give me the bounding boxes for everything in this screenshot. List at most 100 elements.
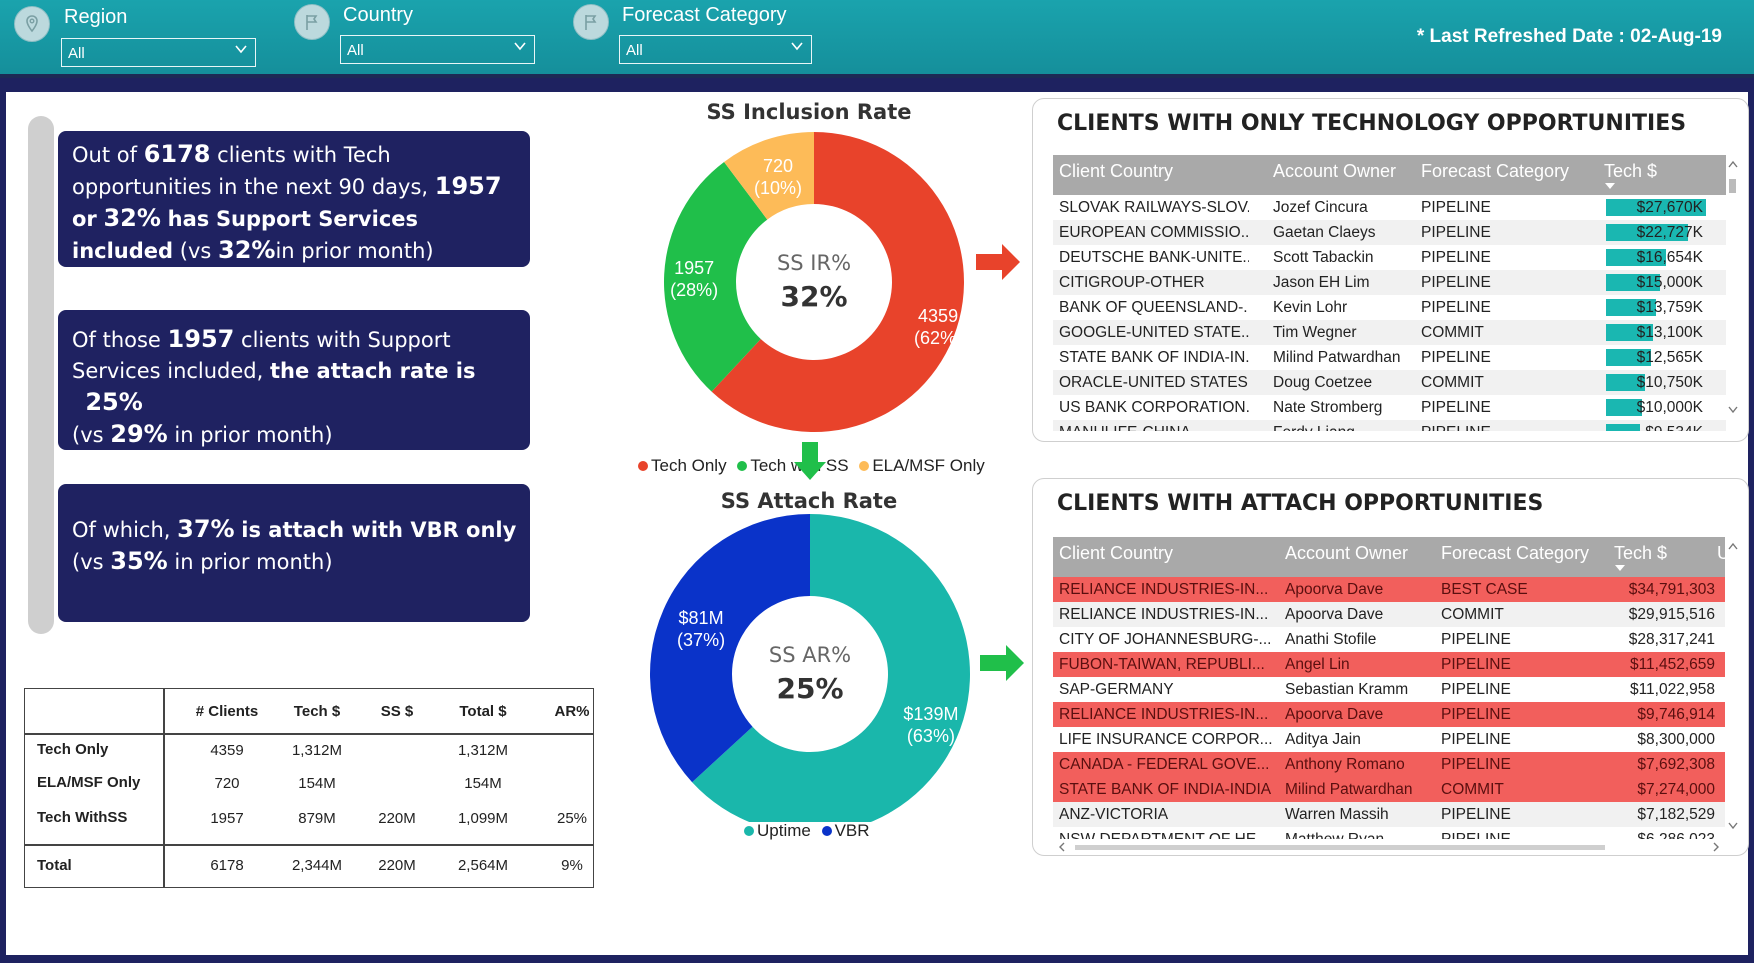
table-cell: 1,312M xyxy=(291,742,343,759)
table-row[interactable]: NSW DEPARTMENT OF HE... Matthew Ryan PIPEL… xyxy=(1053,827,1725,839)
table-row[interactable]: DEUTSCHE BANK-UNITE... Scott Tabackin PIPE… xyxy=(1053,245,1728,270)
table-row[interactable]: GOOGLE-UNITED STATE... Tim Wegner COMMIT $1… xyxy=(1053,320,1728,345)
client-country-cell: RELIANCE INDUSTRIES-IN... xyxy=(1059,706,1269,723)
tech-amount-cell: $9,746,914 xyxy=(1637,706,1715,723)
inclusion-donut-chart[interactable]: 4359(62%) 1957(28%) 720(10%) SS IR% 32% xyxy=(656,122,976,432)
slice-value-label: 4359 xyxy=(918,306,958,326)
legend-dot xyxy=(737,461,748,471)
client-country-cell: EUROPEAN COMMISSIO... xyxy=(1059,224,1249,241)
table-row[interactable]: RELIANCE INDUSTRIES-IN... Apoorva Dave BES… xyxy=(1053,577,1725,602)
legend-dot xyxy=(638,461,648,471)
client-country-cell: GOOGLE-UNITED STATE... xyxy=(1059,324,1249,341)
client-country-cell: RELIANCE INDUSTRIES-IN... xyxy=(1059,581,1269,598)
card-value: 32% xyxy=(103,204,161,232)
forecast-category-select[interactable]: All xyxy=(619,35,812,64)
chevron-down-icon xyxy=(791,42,803,51)
column-header-client-country[interactable]: Client Country xyxy=(1059,161,1173,182)
table-divider xyxy=(25,844,593,846)
table-header: Client Country Account Owner Forecast Ca… xyxy=(1053,155,1728,195)
client-country-cell: SLOVAK RAILWAYS-SLOV... xyxy=(1059,199,1249,216)
sort-desc-icon[interactable] xyxy=(1605,183,1615,189)
column-header-uptime[interactable]: U xyxy=(1717,543,1725,564)
center-label: SS IR% xyxy=(777,251,851,275)
card-text: (vs xyxy=(72,550,104,574)
table-row[interactable]: STATE BANK OF INDIA-IN... Milind Patwardh… xyxy=(1053,345,1728,370)
cards-scrollbar[interactable] xyxy=(28,116,54,634)
table-row[interactable]: CITY OF JOHANNESBURG-... Anathi Stofile PI… xyxy=(1053,627,1725,652)
table-row[interactable]: ANZ-VICTORIA Warren Massih PIPELINE $7,182,… xyxy=(1053,802,1725,827)
card-text: in prior month) xyxy=(174,550,333,574)
table-row[interactable]: STATE BANK OF INDIA-INDIA Milind Patwardh… xyxy=(1053,777,1725,802)
region-select[interactable]: All xyxy=(61,38,256,67)
forecast-category-cell: COMMIT xyxy=(1421,374,1484,391)
account-owner-cell: Apoorva Dave xyxy=(1285,606,1384,623)
table-row[interactable]: RELIANCE INDUSTRIES-IN... Apoorva Dave PIP… xyxy=(1053,702,1725,727)
last-refreshed-date: * Last Refreshed Date : 02-Aug-19 xyxy=(1416,26,1722,47)
panel-title: CLIENTS WITH ONLY TECHNOLOGY OPPORTUNITI… xyxy=(1057,111,1687,136)
chevron-left-icon[interactable] xyxy=(1057,841,1067,853)
attach-donut-chart[interactable]: $139M(63%) $81M(37%) SS AR% 25% xyxy=(640,512,980,822)
table-row[interactable]: FUBON-TAIWAN, REPUBLI... Angel Lin PIPELIN… xyxy=(1053,652,1725,677)
attach-panel: CLIENTS WITH ATTACH OPPORTUNITIES Client… xyxy=(1032,478,1749,856)
table-row[interactable]: CANADA - FEDERAL GOVE... Anthony Romano PI… xyxy=(1053,752,1725,777)
sort-desc-icon[interactable] xyxy=(1615,565,1625,571)
tech-amount-cell: $12,565K xyxy=(1636,349,1703,366)
account-owner-cell: Warren Massih xyxy=(1285,806,1389,823)
tech-amount-cell: $7,692,308 xyxy=(1637,756,1715,773)
tech-amount-cell: $15,000K xyxy=(1636,274,1703,291)
column-header-client-country[interactable]: Client Country xyxy=(1059,543,1173,564)
dashboard-canvas: Out of 6178 clients with Tech opportunit… xyxy=(6,92,1749,955)
chevron-up-icon[interactable] xyxy=(1727,159,1739,169)
table-cell: 720 xyxy=(214,775,240,792)
tech-rows: SLOVAK RAILWAYS-SLOV... Jozef Cincura PIPE… xyxy=(1053,195,1728,431)
tech-amount-cell: $7,182,529 xyxy=(1637,806,1715,823)
chevron-up-icon[interactable] xyxy=(1727,541,1739,551)
table-row[interactable]: SLOVAK RAILWAYS-SLOV... Jozef Cincura PIPE… xyxy=(1053,195,1728,220)
account-owner-cell: Jason EH Lim xyxy=(1273,274,1370,291)
summary-table: # Clients Tech $ SS $ Total $ AR% Tech O… xyxy=(24,688,594,888)
attach-table-hscrollbar[interactable] xyxy=(1053,841,1725,853)
chevron-right-icon[interactable] xyxy=(1711,841,1721,853)
tech-amount-cell: $10,750K xyxy=(1636,374,1703,391)
table-row[interactable]: SAP-GERMANY Sebastian Kramm PIPELINE $11,02… xyxy=(1053,677,1725,702)
column-header-forecast-category[interactable]: Forecast Category xyxy=(1421,161,1569,182)
column-header-account-owner[interactable]: Account Owner xyxy=(1285,543,1408,564)
table-row[interactable]: US BANK CORPORATION... Nate Stromberg PIPE… xyxy=(1053,395,1728,420)
account-owner-cell: Milind Patwardhan xyxy=(1285,781,1413,798)
region-value: All xyxy=(68,45,85,62)
client-country-cell: MANULIFE-CHINA xyxy=(1059,424,1249,431)
column-header-tech[interactable]: Tech $ xyxy=(1604,161,1657,182)
slice-value-label: 720 xyxy=(763,156,793,176)
table-row[interactable]: EUROPEAN COMMISSIO... Gaetan Claeys PIPELI… xyxy=(1053,220,1728,245)
arrow-right-icon xyxy=(980,645,1024,681)
forecast-category-label: Forecast Category xyxy=(622,4,787,26)
table-row[interactable]: ORACLE-UNITED STATES... Doug Coetzee COMMI… xyxy=(1053,370,1728,395)
table-divider xyxy=(25,733,593,735)
table-row[interactable]: MANULIFE-CHINA Ferdy Liang PIPELINE$9,534K xyxy=(1053,420,1728,431)
card-value: 32% xyxy=(218,236,276,264)
tech-table-scrollbar[interactable] xyxy=(1726,155,1740,431)
country-select[interactable]: All xyxy=(340,35,535,64)
table-row[interactable]: CITIGROUP-OTHER Jason EH Lim PIPELINE $15,0… xyxy=(1053,270,1728,295)
table-row[interactable]: LIFE INSURANCE CORPOR... Aditya Jain PIPEL… xyxy=(1053,727,1725,752)
chevron-down-icon[interactable] xyxy=(1727,821,1739,831)
attach-table-scrollbar[interactable] xyxy=(1726,537,1740,839)
table-cell: 154M xyxy=(298,775,336,792)
table-row[interactable]: RELIANCE INDUSTRIES-IN... Apoorva Dave COM… xyxy=(1053,602,1725,627)
tech-amount-cell: $8,300,000 xyxy=(1637,731,1715,748)
card-text: is attach with VBR only xyxy=(241,518,517,542)
column-header-tech[interactable]: Tech $ xyxy=(1614,543,1667,564)
client-country-cell: DEUTSCHE BANK-UNITE... xyxy=(1059,249,1249,266)
chevron-down-icon[interactable] xyxy=(1727,405,1739,415)
column-header-account-owner[interactable]: Account Owner xyxy=(1273,161,1396,182)
attach-table: Client Country Account Owner Forecast Ca… xyxy=(1053,537,1725,839)
column-header-forecast-category[interactable]: Forecast Category xyxy=(1441,543,1589,564)
card-value: 6178 xyxy=(143,140,211,168)
table-cell: 1,312M xyxy=(457,742,509,759)
scroll-thumb[interactable] xyxy=(1729,179,1736,193)
table-row[interactable]: BANK OF QUEENSLAND-... Kevin Lohr PIPELINE… xyxy=(1053,295,1728,320)
center-value: 32% xyxy=(780,280,847,313)
forecast-category-cell: BEST CASE xyxy=(1441,581,1528,598)
scroll-thumb[interactable] xyxy=(1075,845,1605,850)
legend-label: VBR xyxy=(834,821,870,840)
